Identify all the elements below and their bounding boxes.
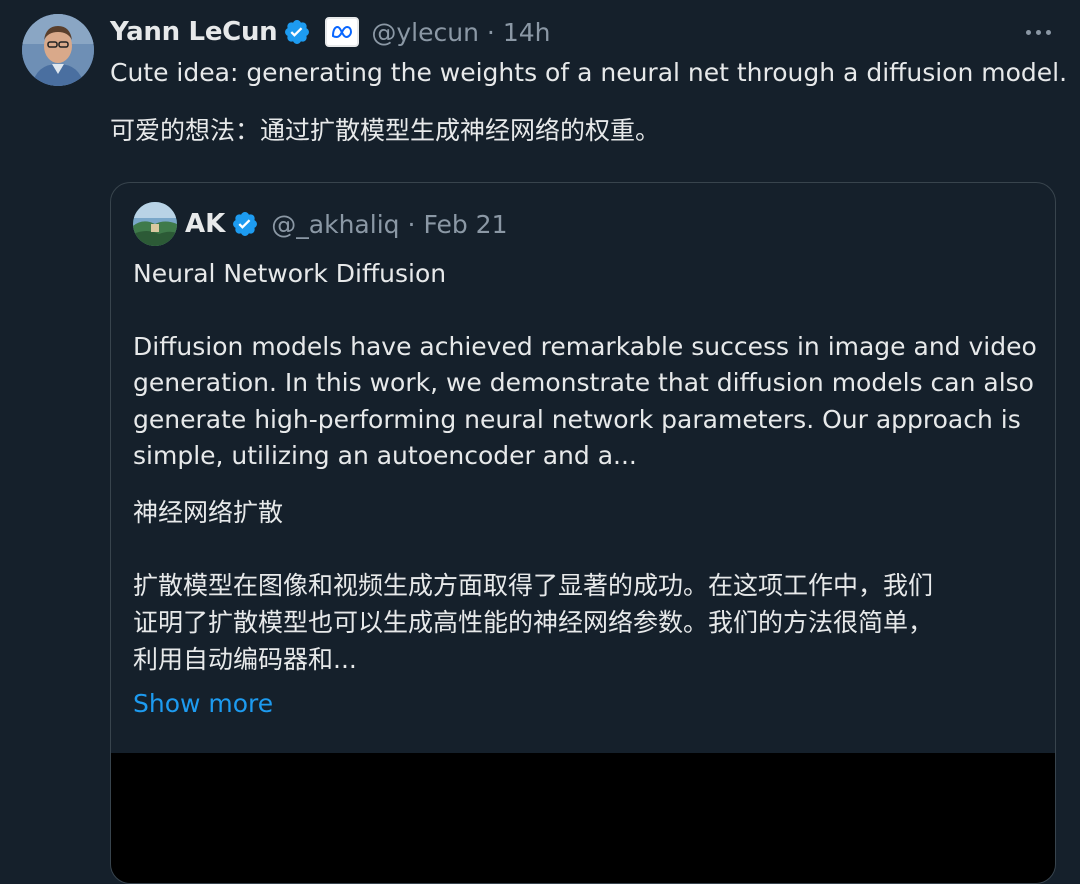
tweet-time[interactable]: 14h bbox=[503, 18, 551, 47]
quote-media[interactable] bbox=[111, 753, 1055, 883]
quote-title: Neural Network Diffusion bbox=[133, 259, 447, 288]
more-options-icon[interactable] bbox=[1022, 18, 1054, 46]
tweet-text-line: 可爱的想法：通过扩散模型生成神经网络的权重。 bbox=[110, 116, 661, 145]
separator-dot: · bbox=[486, 17, 495, 47]
quote-author-avatar[interactable] bbox=[133, 202, 177, 246]
tweet-header: Yann LeCun @ylecun · 14h bbox=[110, 13, 551, 51]
verified-badge-icon[interactable] bbox=[283, 18, 311, 46]
quote-body-line: generate high-performing neural network … bbox=[133, 405, 1021, 434]
quote-date[interactable]: Feb 21 bbox=[423, 210, 507, 239]
tweet-text-line: Cute idea: generating the weights of a n… bbox=[110, 58, 1068, 87]
quoted-tweet-card[interactable]: AK @_akhaliq · Feb 21 Neural Network Dif… bbox=[110, 182, 1056, 884]
quote-separator-dot: · bbox=[407, 209, 416, 239]
quote-verified-badge-icon[interactable] bbox=[231, 210, 259, 238]
quote-author-handle[interactable]: @_akhaliq bbox=[271, 210, 399, 239]
author-handle[interactable]: @ylecun bbox=[371, 18, 479, 47]
quote-body-cn-line: 扩散模型在图像和视频生成方面取得了显著的成功。在这项工作中，我们 bbox=[133, 571, 934, 600]
author-avatar[interactable] bbox=[22, 14, 94, 86]
quote-body-cn-line: 证明了扩散模型也可以生成高性能的神经网络参数。我们的方法很简单， bbox=[133, 608, 934, 637]
meta-affiliation-icon[interactable] bbox=[325, 17, 360, 47]
author-avatar-image bbox=[22, 14, 94, 86]
show-more-link[interactable]: Show more bbox=[133, 689, 273, 718]
quote-title-cn: 神经网络扩散 bbox=[133, 498, 284, 527]
quote-author-name[interactable]: AK bbox=[185, 209, 225, 239]
quote-body-line: simple, utilizing an autoencoder and a..… bbox=[133, 441, 637, 470]
quote-body-line: generation. In this work, we demonstrate… bbox=[133, 368, 1034, 397]
quote-header: AK @_akhaliq · Feb 21 bbox=[133, 202, 508, 246]
quote-body-cn-line: 利用自动编码器和... bbox=[133, 645, 357, 674]
author-name[interactable]: Yann LeCun bbox=[110, 17, 278, 47]
quote-body-line: Diffusion models have achieved remarkabl… bbox=[133, 332, 1037, 361]
quote-avatar-image bbox=[133, 202, 177, 246]
